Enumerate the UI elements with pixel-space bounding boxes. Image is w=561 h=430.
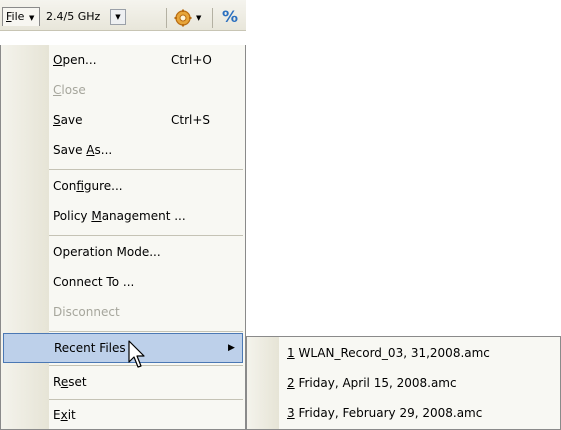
menu-item-exit[interactable]: Exit [49, 400, 243, 430]
menu-item-open[interactable]: Open... Ctrl+O [49, 45, 243, 75]
recent-file-item[interactable]: 2 Friday, April 15, 2008.amc [287, 369, 556, 397]
file-menu: Open... Ctrl+O Close Save Ctrl+S Save As… [0, 45, 246, 430]
menu-item-save[interactable]: Save Ctrl+S [49, 105, 243, 135]
menu-icon-gutter [247, 337, 279, 429]
menu-item-connect-to[interactable]: Connect To ... [49, 267, 243, 297]
file-menu-label: ile [11, 10, 25, 23]
band-selector-value: 2.4/5 GHz [46, 10, 101, 23]
recent-file-item[interactable]: 3 Friday, February 29, 2008.amc [287, 399, 556, 427]
menu-item-label: Save As... [53, 143, 113, 157]
menu-item-label: Operation Mode... [53, 245, 161, 259]
chevron-down-icon: ▼ [29, 14, 35, 22]
menu-item-label: Recent Files [54, 341, 126, 355]
chevron-right-icon: ▶ [228, 343, 235, 353]
recent-file-name: Friday, April 15, 2008.amc [294, 376, 457, 390]
menu-item-label: Configure... [53, 179, 123, 193]
menu-separator [49, 331, 243, 332]
recent-file-name: WLAN_Record_03, 31,2008.amc [294, 346, 490, 360]
toolbar-separator [212, 8, 213, 28]
menu-item-label: Exit [53, 408, 76, 422]
chevron-down-icon: ▼ [115, 13, 121, 21]
menu-item-reset[interactable]: Reset [49, 367, 243, 397]
band-selector-dropdown[interactable]: ▼ [110, 9, 126, 25]
mouse-pointer-icon [128, 340, 145, 368]
menu-separator [49, 365, 243, 366]
menu-item-save-as[interactable]: Save As... [49, 135, 243, 165]
recent-file-number: 3 [287, 406, 295, 420]
file-menu-button[interactable]: File ▼ [2, 7, 40, 26]
recent-file-name: Friday, February 29, 2008.amc [294, 406, 483, 420]
recent-file-number: 1 [287, 346, 295, 360]
menu-item-recent-files[interactable]: Recent Files ▶ [3, 333, 243, 363]
recent-file-item[interactable]: 1 WLAN_Record_03, 31,2008.amc [287, 339, 556, 367]
chevron-down-icon[interactable]: ▼ [196, 14, 201, 22]
toolbar: File ▼ 2.4/5 GHz ▼ ▼ % [0, 0, 246, 31]
menu-item-configure[interactable]: Configure... [49, 171, 243, 201]
menu-item-label: Close [53, 83, 86, 97]
menu-item-label: Disconnect [53, 305, 120, 319]
menu-item-close[interactable]: Close [49, 75, 243, 105]
menu-item-label: Open... [53, 53, 97, 67]
menu-item-label: Reset [53, 375, 87, 389]
menu-item-operation-mode[interactable]: Operation Mode... [49, 237, 243, 267]
menu-item-shortcut: Ctrl+O [171, 53, 212, 67]
menu-item-label: Connect To ... [53, 275, 135, 289]
gear-icon[interactable] [174, 9, 192, 27]
menu-item-label: Save [53, 113, 83, 127]
percent-icon[interactable]: % [222, 7, 238, 26]
recent-files-submenu: 1 WLAN_Record_03, 31,2008.amc 2 Friday, … [246, 336, 561, 430]
menu-icon-gutter [1, 45, 49, 429]
menu-separator [49, 235, 243, 236]
menu-separator [49, 169, 243, 170]
recent-file-number: 2 [287, 376, 295, 390]
menu-item-disconnect[interactable]: Disconnect [49, 297, 243, 327]
menu-item-policy-management[interactable]: Policy Management ... [49, 201, 243, 231]
toolbar-separator [166, 8, 167, 28]
menu-item-label: Policy Management ... [53, 209, 186, 223]
menu-item-shortcut: Ctrl+S [171, 113, 211, 127]
